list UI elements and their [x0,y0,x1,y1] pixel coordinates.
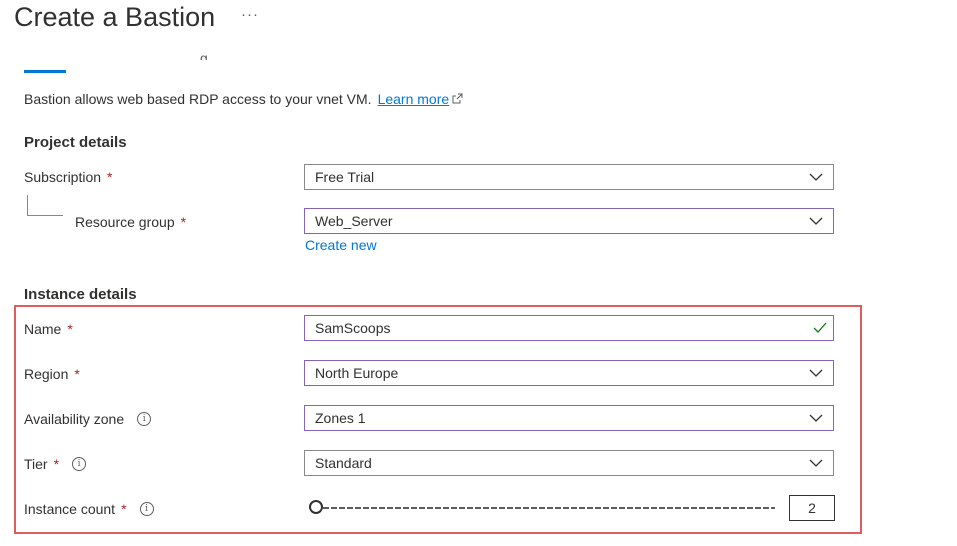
tree-connector [27,195,28,215]
external-link-icon [452,93,463,104]
region-label: Region * [24,365,80,383]
project-details-heading: Project details [24,134,127,151]
chevron-down-icon [809,414,823,422]
learn-more-link[interactable]: Learn more [378,91,450,107]
required-marker: * [74,366,80,382]
subscription-label: Subscription * [24,168,113,186]
resource-group-label-text: Resource group [75,214,175,230]
instance-count-slider-track[interactable] [323,507,775,509]
create-new-link[interactable]: Create new [305,237,377,253]
required-marker: * [67,321,73,337]
page-title: Create a Bastion [14,2,216,32]
region-label-text: Region [24,366,69,382]
chevron-down-icon [809,217,823,225]
chevron-down-icon [809,369,823,377]
resource-group-label: Resource group * [75,213,186,231]
tier-label-text: Tier [24,456,48,472]
name-label: Name * [24,320,73,338]
active-tab-indicator [24,70,66,73]
required-marker: * [121,501,127,517]
learn-more-label: Learn more [377,91,450,107]
required-marker: * [180,214,187,230]
availability-zone-value: Zones 1 [315,410,366,426]
name-value: SamScoops [315,320,391,336]
instance-count-label-text: Instance count [24,501,116,517]
tree-connector-horizontal [27,215,63,216]
info-icon[interactable]: i [139,502,154,516]
resource-group-value: Web_Server [315,213,393,229]
tier-label: Tier * i [24,455,87,473]
subscription-value: Free Trial [315,169,375,185]
instance-count-label: Instance count * i [24,500,154,518]
availability-zone-label-text: Availability zone [24,411,125,427]
required-marker: * [53,456,60,472]
availability-zone-dropdown[interactable]: Zones 1 [304,405,834,431]
subscription-label-text: Subscription [24,169,102,185]
region-dropdown[interactable]: North Europe [304,360,834,386]
instance-details-heading: Instance details [24,286,137,303]
region-value: North Europe [315,365,399,381]
name-input[interactable]: SamScoops [304,315,834,341]
instance-count-value: 2 [808,500,816,516]
info-icon[interactable]: i [72,457,87,471]
chevron-down-icon [809,173,823,181]
tab-label-partial[interactable]: g [200,50,220,60]
instance-count-slider-thumb[interactable] [309,500,323,514]
description: Bastion allows web based RDP access to y… [24,90,463,108]
more-options-icon[interactable]: ··· [241,6,259,23]
info-icon[interactable]: i [137,412,152,426]
resource-group-dropdown[interactable]: Web_Server [304,208,834,234]
tier-dropdown[interactable]: Standard [304,450,834,476]
availability-zone-label: Availability zone i [24,410,152,428]
instance-count-input[interactable]: 2 [789,495,835,521]
chevron-down-icon [809,459,823,467]
description-text: Bastion allows web based RDP access to y… [24,91,372,107]
name-label-text: Name [24,321,62,337]
required-marker: * [107,169,113,185]
tier-value: Standard [315,455,372,471]
checkmark-icon [813,322,827,333]
subscription-dropdown[interactable]: Free Trial [304,164,834,190]
